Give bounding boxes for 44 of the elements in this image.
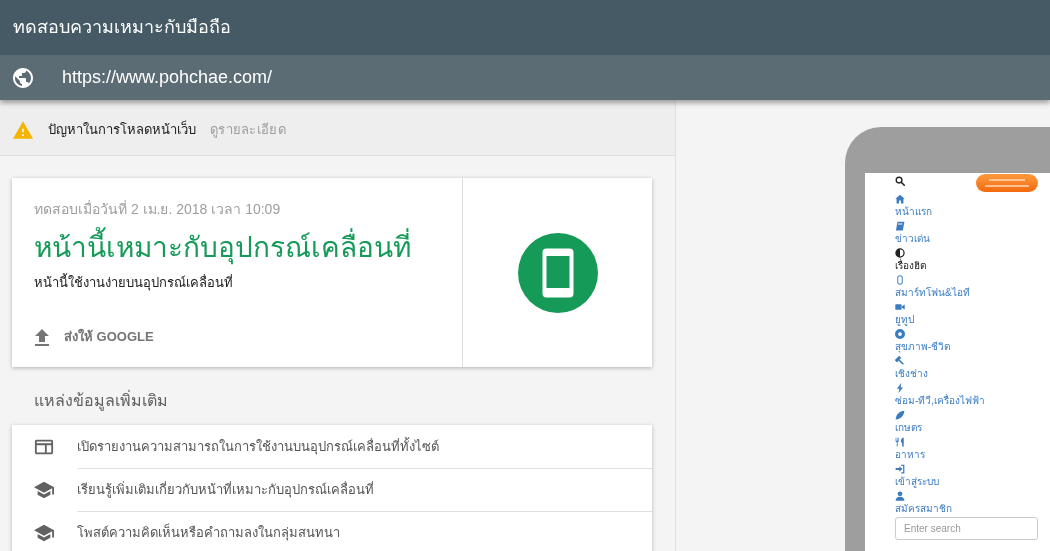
hammer-icon [895, 356, 905, 366]
warning-icon [13, 121, 33, 139]
web-page-icon [34, 437, 54, 456]
promo-badge-icon [976, 174, 1038, 192]
book-icon [895, 221, 905, 231]
home-icon [895, 194, 905, 204]
menu-link[interactable]: เชิงช่าง [895, 356, 928, 381]
url-field[interactable]: https://www.pohchae.com/ [62, 64, 273, 91]
graduation-cap-icon [34, 480, 54, 499]
cutlery-icon [895, 437, 905, 447]
video-camera-icon [895, 302, 905, 312]
globe-icon [13, 67, 33, 88]
menu-link[interactable]: ข่าวเด่น [895, 221, 930, 246]
user-icon [895, 491, 905, 501]
bolt-icon [895, 383, 905, 393]
menu-link[interactable]: สุขภาพ-ชีวิต [895, 329, 951, 354]
menu-link[interactable]: สมัครสมาชิก [895, 491, 952, 516]
contrast-icon [895, 248, 905, 258]
resource-link[interactable]: โพสต์ความคิดเห็นหรือคำถามลงในกลุ่มสนทนา [12, 511, 652, 551]
phone-icon [895, 275, 905, 285]
menu-link[interactable]: เรื่องฮิต [895, 248, 926, 273]
menu-link[interactable]: หน้าแรก [895, 194, 932, 219]
result-description: หน้านี้ใช้งานง่ายบนอุปกรณ์เคลื่อนที่ [34, 274, 234, 292]
menu-link[interactable]: ยูทูป [895, 302, 914, 327]
app-title: ทดสอบความเหมาะกับมือถือ [13, 16, 231, 39]
menu-link[interactable]: เข้าสู่ระบบ [895, 464, 939, 489]
resource-link[interactable]: เปิดรายงานความสามารถในการใช้งานบนอุปกรณ์เคลื่อนที่ทั้งไซต์ [12, 425, 652, 468]
menu-link[interactable]: สมาร์ทโฟน&ไอที [895, 275, 970, 300]
graduation-cap-icon [34, 523, 54, 542]
phone-circle-icon [517, 232, 598, 313]
menu-link[interactable]: อาหาร [895, 437, 925, 462]
resource-link[interactable]: เรียนรู้เพิ่มเติมเกี่ยวกับหน้าที่เหมาะกับอุปกรณ์เคลื่อนที่ [12, 468, 652, 511]
upload-icon [34, 328, 50, 346]
section-heading: แหล่งข้อมูลเพิ่มเติม [34, 391, 169, 411]
search-icon [895, 176, 905, 186]
leaf-icon [895, 410, 905, 420]
life-ring-icon [895, 329, 905, 339]
submit-to-google-button[interactable]: ส่งให้ GOOGLE [34, 325, 154, 349]
menu-link[interactable]: เกษตร [895, 410, 922, 435]
test-timestamp: ทดสอบเมื่อวันที่ 2 เม.ย. 2018 เวลา 10:09 [34, 200, 282, 218]
sign-in-icon [895, 464, 905, 474]
warning-message: ปัญหาในการโหลดหน้าเว็บ [48, 120, 196, 140]
menu-link[interactable]: ซ่อม-ทีวี,เครื่องไฟฟ้า [895, 383, 986, 408]
search-field[interactable]: Enter search [895, 517, 1038, 540]
